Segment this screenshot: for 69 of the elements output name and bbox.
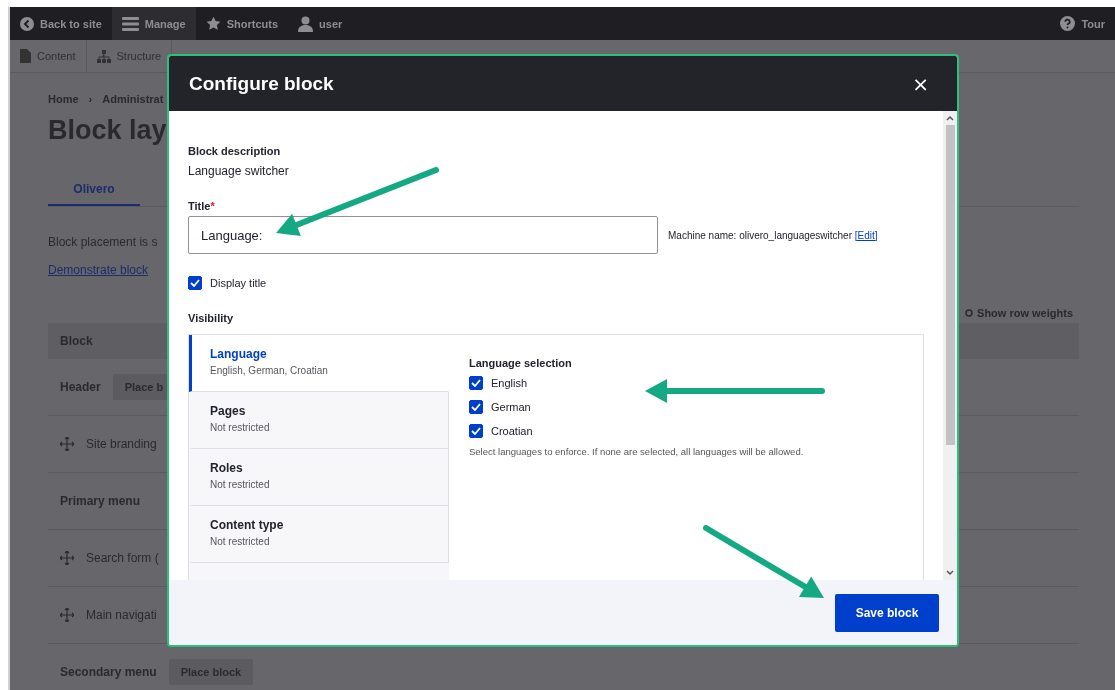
menu-label: Content bbox=[37, 50, 76, 62]
toolbar-label: Shortcuts bbox=[226, 17, 279, 30]
show-row-weights-link[interactable]: Show row weights bbox=[977, 307, 1073, 319]
toolbar-label: Back to site bbox=[40, 17, 102, 30]
checkbox-label: English bbox=[491, 377, 528, 389]
tab-title: Roles bbox=[210, 461, 244, 475]
block-label: Main navigati bbox=[86, 608, 157, 622]
page-title: Block lay bbox=[48, 115, 167, 146]
checkbox-label: Croatian bbox=[491, 425, 533, 437]
title-input[interactable]: Language: bbox=[188, 216, 658, 254]
region-label: Primary menu bbox=[60, 494, 141, 508]
vertical-tab[interactable]: Language English, German, Croatian bbox=[189, 335, 449, 392]
checkbox[interactable] bbox=[469, 400, 483, 414]
field-value: Language switcher bbox=[188, 164, 290, 178]
tour-label: Tour bbox=[1081, 17, 1105, 30]
toolbar-item[interactable]: Back to site bbox=[10, 7, 112, 40]
tab-summary: Not restricted bbox=[210, 479, 271, 490]
close-button[interactable]: × bbox=[904, 71, 937, 96]
tab-summary: Not restricted bbox=[210, 422, 271, 433]
document-icon bbox=[20, 49, 31, 63]
star-icon bbox=[205, 16, 221, 31]
toolbar-item[interactable]: Manage bbox=[111, 7, 196, 40]
circle-icon bbox=[965, 309, 974, 317]
checkbox[interactable] bbox=[188, 276, 202, 290]
tab-summary: English, German, Croatian bbox=[210, 365, 329, 376]
field-label: Title* bbox=[188, 200, 216, 212]
tour-button[interactable]: Tour bbox=[1050, 7, 1115, 40]
vertical-tab[interactable]: Roles Not restricted bbox=[189, 449, 449, 506]
hierarchy-icon bbox=[96, 49, 111, 63]
help-icon bbox=[1060, 16, 1076, 31]
tab-summary: Not restricted bbox=[210, 536, 271, 547]
scroll-down-icon[interactable] bbox=[946, 570, 954, 576]
menu-label: Structure bbox=[116, 50, 162, 62]
vertical-tab[interactable]: Content type Not restricted bbox=[189, 506, 449, 563]
intro-text: Block placement is s bbox=[48, 235, 158, 249]
machine-name: Machine name: olivero_languageswitcher [Edit] bbox=[668, 229, 878, 241]
dialog-title: Configure block bbox=[189, 72, 334, 95]
fieldset-label: Language selection bbox=[469, 357, 573, 369]
breadcrumb-separator: › bbox=[88, 93, 93, 105]
checkbox-label: German bbox=[491, 401, 531, 413]
breadcrumb-link[interactable]: Home bbox=[48, 93, 79, 105]
drag-handle-icon[interactable] bbox=[60, 551, 74, 565]
toolbar-label: Manage bbox=[144, 17, 186, 30]
tab-title: Language bbox=[210, 347, 268, 361]
section-label: Visibility bbox=[188, 312, 235, 324]
region-label: Header bbox=[60, 380, 101, 394]
help-text: Select languages to enforce. If none are selected, all languages will be allowed. bbox=[469, 446, 805, 457]
edit-link[interactable]: [Edit] bbox=[854, 229, 878, 241]
user-icon bbox=[298, 15, 314, 32]
tab-title: Content type bbox=[210, 518, 285, 532]
checkbox[interactable] bbox=[469, 376, 483, 390]
field-label: Block description bbox=[188, 145, 282, 157]
region-label: Secondary menu bbox=[60, 665, 157, 679]
menu-icon bbox=[121, 16, 139, 31]
vertical-tab[interactable]: Pages Not restricted bbox=[189, 392, 449, 449]
toolbar-item[interactable]: user bbox=[288, 7, 353, 40]
drag-handle-icon[interactable] bbox=[60, 608, 74, 622]
breadcrumb-link[interactable]: Administrat bbox=[102, 93, 164, 105]
scrollbar[interactable] bbox=[943, 111, 957, 580]
block-label: Site branding bbox=[86, 437, 157, 451]
checkbox-label: Display title bbox=[210, 277, 267, 289]
save-button[interactable]: Save block bbox=[835, 593, 939, 632]
toolbar-item[interactable]: Shortcuts bbox=[195, 7, 289, 40]
scroll-up-icon[interactable] bbox=[946, 115, 954, 121]
drag-handle-icon[interactable] bbox=[60, 437, 74, 451]
toolbar-label: user bbox=[319, 17, 343, 30]
tab-title: Pages bbox=[210, 404, 247, 418]
checkbox[interactable] bbox=[469, 424, 483, 438]
block-label: Search form ( bbox=[86, 551, 159, 565]
